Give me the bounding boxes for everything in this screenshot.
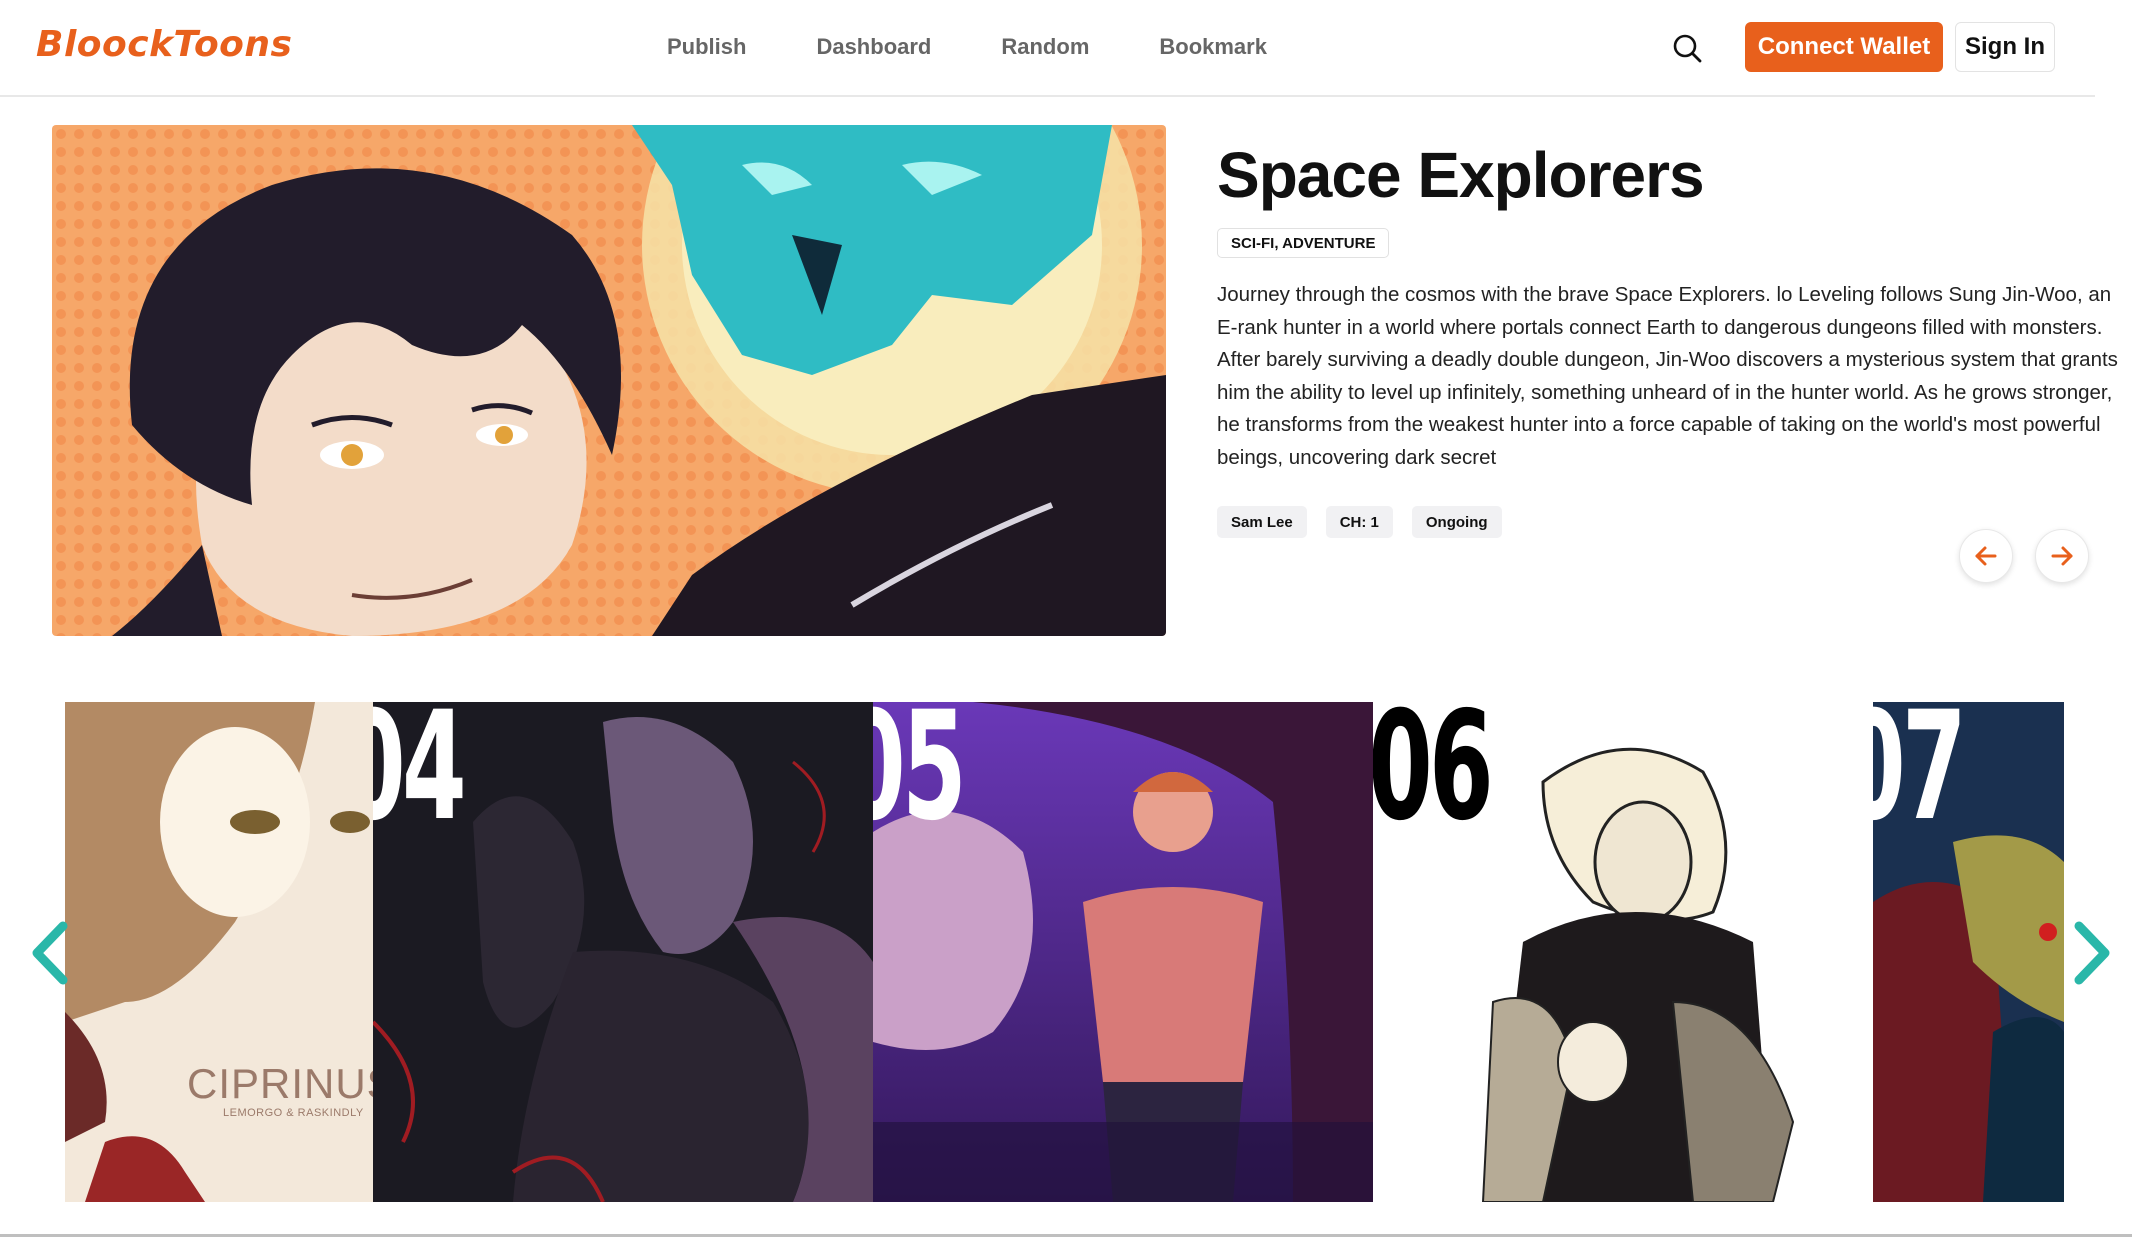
author-chip[interactable]: Sam Lee [1217, 506, 1307, 538]
hero-prev-button[interactable] [1959, 529, 2013, 583]
main-nav: Publish Dashboard Random Bookmark [667, 34, 1337, 60]
chevron-right-icon[interactable] [2067, 918, 2117, 988]
top-navbar: BloockToons Publish Dashboard Random Boo… [0, 0, 2095, 97]
nav-dashboard[interactable]: Dashboard [816, 34, 931, 60]
arrow-left-icon [1975, 546, 1997, 566]
rank-number: 04 [373, 702, 467, 854]
carousel-card[interactable]: CIPRINUS LEMORGO & RASKINDLY [65, 702, 373, 1202]
hero-title: Space Explorers [1217, 139, 1705, 211]
connect-wallet-button[interactable]: Connect Wallet [1745, 22, 1943, 72]
hero-next-button[interactable] [2035, 529, 2089, 583]
rank-number: 06 [1373, 702, 1494, 854]
chapter-chip: CH: 1 [1325, 506, 1393, 538]
chevron-left-icon[interactable] [25, 918, 75, 988]
ranking-carousel: CIPRINUS LEMORGO & RASKINDLY 04 [65, 702, 2064, 1202]
arrow-right-icon [2051, 546, 2073, 566]
carousel-card[interactable]: 06 [1373, 702, 1873, 1202]
nav-publish[interactable]: Publish [667, 34, 746, 60]
carousel-card[interactable]: 07 [1873, 702, 2064, 1202]
carousel-card[interactable]: 05 [873, 702, 1373, 1202]
genre-tag[interactable]: SCI-FI, ADVENTURE [1217, 228, 1390, 258]
hero-meta: Sam Lee CH: 1 Ongoing [1217, 506, 1502, 538]
card-subtitle: LEMORGO & RASKINDLY [223, 1107, 364, 1119]
hero-cover-image[interactable] [52, 125, 1166, 636]
nav-random[interactable]: Random [1001, 34, 1089, 60]
rank-number: 05 [873, 702, 967, 854]
hero-description: Journey through the cosmos with the brav… [1217, 283, 2118, 469]
carousel-card[interactable]: 04 [373, 702, 873, 1202]
cover-ciprinus [65, 702, 373, 1202]
hero-illustration [52, 125, 1166, 636]
card-title: CIPRINUS [187, 1060, 373, 1107]
sign-in-button[interactable]: Sign In [1955, 22, 2055, 72]
status-chip: Ongoing [1411, 506, 1502, 538]
rank-number: 07 [1873, 702, 1967, 854]
search-icon[interactable] [1672, 33, 1702, 63]
site-logo[interactable]: BloockToons [36, 24, 292, 65]
nav-bookmark[interactable]: Bookmark [1159, 34, 1267, 60]
